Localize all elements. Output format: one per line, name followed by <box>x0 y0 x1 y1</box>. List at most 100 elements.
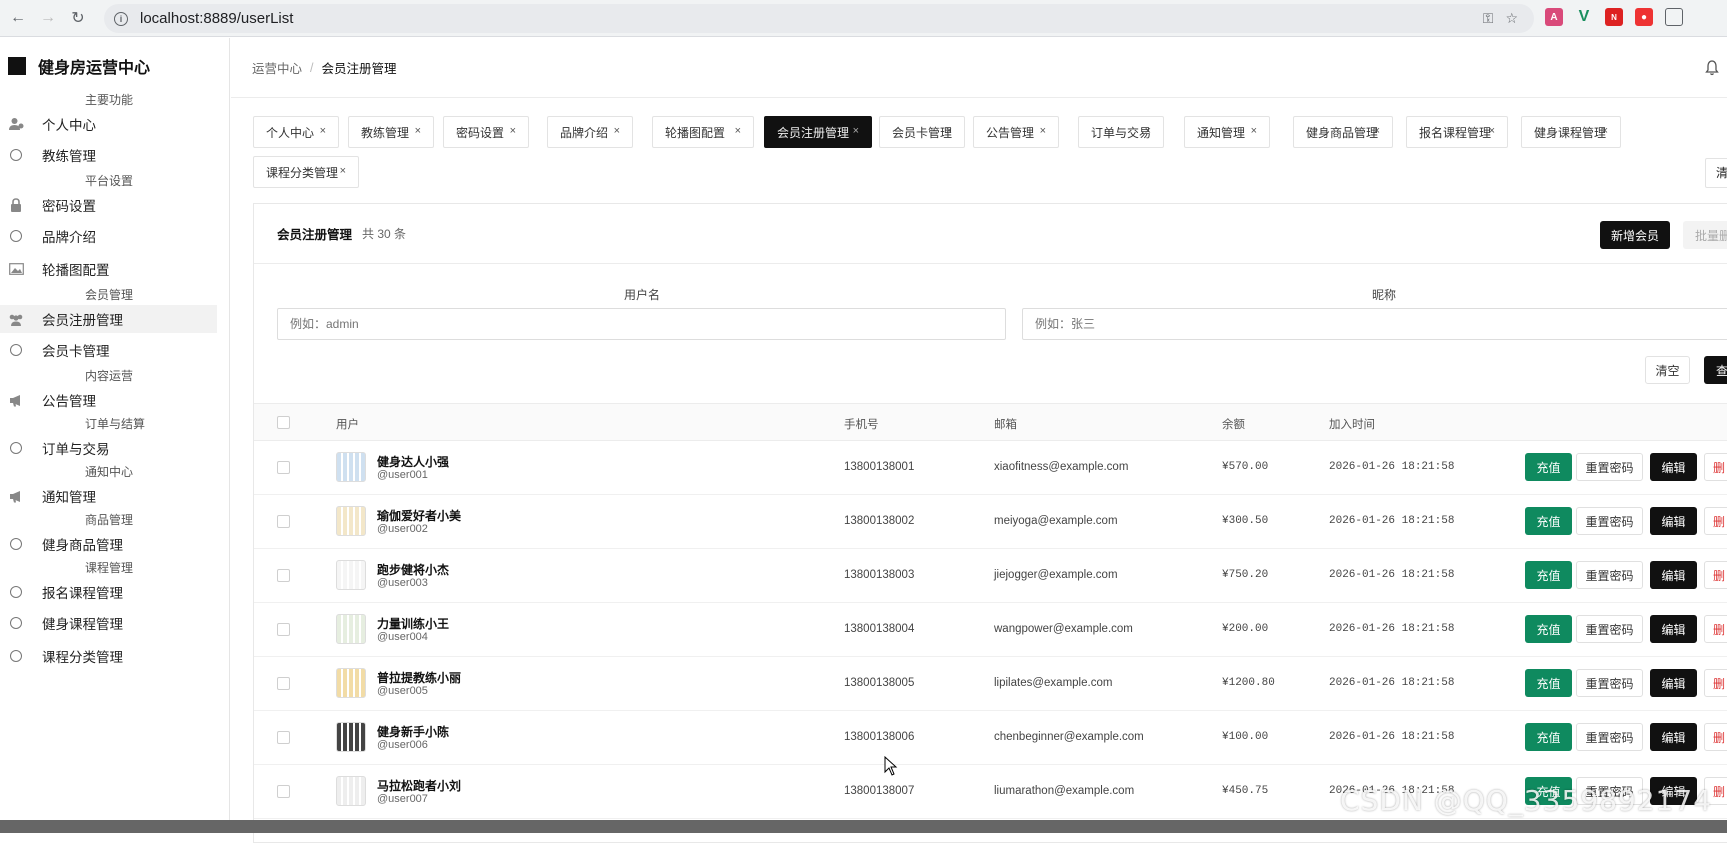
reset-password-button[interactable]: 重置密码 <box>1576 453 1643 481</box>
forward-icon[interactable]: → <box>36 6 60 30</box>
row-checkbox[interactable] <box>277 515 290 528</box>
close-icon[interactable]: × <box>415 125 421 137</box>
reset-password-button[interactable]: 重置密码 <box>1576 615 1643 643</box>
sidebar-item[interactable]: 会员卡管理 <box>0 333 217 366</box>
new-extension-icon[interactable]: N <box>1605 8 1623 26</box>
tab[interactable]: 公告管理 × <box>973 116 1059 148</box>
clear-tabs-button[interactable]: 清 <box>1705 158 1727 188</box>
row-checkbox[interactable] <box>277 785 290 798</box>
edit-button[interactable]: 编辑 <box>1650 453 1697 481</box>
tab[interactable]: 密码设置 × <box>443 116 529 148</box>
breadcrumb-parent[interactable]: 运营中心 <box>252 58 302 77</box>
close-icon[interactable]: × <box>1489 125 1495 137</box>
sidebar-item[interactable]: 通知管理 <box>0 482 217 510</box>
sidebar-item[interactable]: 课程分类管理 <box>0 639 217 672</box>
column-joined: 加入时间 <box>1329 419 1375 431</box>
close-icon[interactable]: × <box>1374 125 1380 137</box>
tab[interactable]: 品牌介绍 × <box>547 116 633 148</box>
close-icon[interactable]: × <box>510 125 516 137</box>
tab[interactable]: 教练管理 × <box>348 116 434 148</box>
tab[interactable]: 轮播图配置 × <box>652 116 754 148</box>
close-icon[interactable]: × <box>614 125 620 137</box>
delete-button[interactable]: 删 <box>1704 561 1727 589</box>
sidebar-item[interactable]: 品牌介绍 <box>0 219 217 252</box>
sidebar-item[interactable]: 会员注册管理 <box>0 305 217 333</box>
tab[interactable]: 健身商品管理 × <box>1293 116 1393 148</box>
tab[interactable]: 个人中心 × <box>253 116 339 148</box>
sidebar-item[interactable]: 个人中心 <box>0 110 217 138</box>
tab[interactable]: 会员注册管理 × <box>764 116 872 148</box>
edit-button[interactable]: 编辑 <box>1650 507 1697 535</box>
edit-button[interactable]: 编辑 <box>1650 723 1697 751</box>
delete-button[interactable]: 删 <box>1704 615 1727 643</box>
reset-password-button[interactable]: 重置密码 <box>1576 561 1643 589</box>
close-icon[interactable]: × <box>1145 125 1151 137</box>
tab[interactable]: 健身课程管理 × <box>1521 116 1621 148</box>
reset-password-button[interactable]: 重置密码 <box>1576 669 1643 697</box>
recharge-button[interactable]: 充值 <box>1525 615 1572 643</box>
close-icon[interactable]: × <box>946 125 952 137</box>
row-checkbox[interactable] <box>277 461 290 474</box>
delete-button[interactable]: 删 <box>1704 453 1727 481</box>
edit-button[interactable]: 编辑 <box>1650 615 1697 643</box>
close-icon[interactable]: × <box>853 125 859 137</box>
red-extension-icon[interactable]: ● <box>1635 8 1653 26</box>
row-checkbox[interactable] <box>277 731 290 744</box>
sidebar-item[interactable]: 公告管理 <box>0 386 217 414</box>
key-icon[interactable]: ⚿ <box>1483 10 1494 27</box>
nickname-input[interactable] <box>1022 308 1727 340</box>
user-handle: @user002 <box>377 523 428 535</box>
recharge-button[interactable]: 充值 <box>1525 723 1572 751</box>
sidebar-item[interactable]: 教练管理 <box>0 138 217 171</box>
recharge-button[interactable]: 充值 <box>1525 669 1572 697</box>
member-card: 会员注册管理 共 30 条 新增会员 批量删 用户名 昵称 清空 查 用户 手机… <box>253 203 1727 843</box>
sidebar-item[interactable]: 健身商品管理 <box>0 530 217 558</box>
close-icon[interactable]: × <box>1602 125 1608 137</box>
sidebar-item[interactable]: 报名课程管理 <box>0 578 217 606</box>
translate-extension-icon[interactable]: A <box>1545 8 1563 26</box>
tab[interactable]: 订单与交易 × <box>1078 116 1164 148</box>
edit-button[interactable]: 编辑 <box>1650 561 1697 589</box>
sidebar-item[interactable]: 轮播图配置 <box>0 252 217 285</box>
close-icon[interactable]: × <box>1040 125 1046 137</box>
row-checkbox[interactable] <box>277 569 290 582</box>
username-input[interactable] <box>277 308 1006 340</box>
extensions-puzzle-icon[interactable] <box>1665 8 1683 26</box>
tab[interactable]: 课程分类管理 × <box>253 156 359 188</box>
reset-password-button[interactable]: 重置密码 <box>1576 507 1643 535</box>
delete-button[interactable]: 删 <box>1704 723 1727 751</box>
sidebar-item[interactable]: 订单与交易 <box>0 434 217 462</box>
sidebar-item[interactable]: 密码设置 <box>0 191 217 219</box>
recharge-button[interactable]: 充值 <box>1525 507 1572 535</box>
recharge-button[interactable]: 充值 <box>1525 453 1572 481</box>
batch-delete-button[interactable]: 批量删 <box>1683 221 1727 249</box>
sidebar-item[interactable]: 健身课程管理 <box>0 606 217 639</box>
bell-icon[interactable] <box>1705 60 1719 76</box>
edit-button[interactable]: 编辑 <box>1650 669 1697 697</box>
delete-button[interactable]: 删 <box>1704 669 1727 697</box>
vue-extension-icon[interactable]: V <box>1575 8 1593 26</box>
close-icon[interactable]: × <box>1251 125 1257 137</box>
tab[interactable]: 会员卡管理 × <box>879 116 965 148</box>
row-checkbox[interactable] <box>277 677 290 690</box>
url-text: localhost:8889/userList <box>140 10 294 27</box>
delete-button[interactable]: 删 <box>1704 507 1727 535</box>
bookmark-star-icon[interactable]: ☆ <box>1505 10 1518 27</box>
back-icon[interactable]: ← <box>6 6 30 30</box>
select-all-checkbox[interactable] <box>277 416 290 429</box>
search-button[interactable]: 查 <box>1704 356 1727 384</box>
row-checkbox[interactable] <box>277 623 290 636</box>
tab[interactable]: 报名课程管理 × <box>1406 116 1508 148</box>
recharge-button[interactable]: 充值 <box>1525 561 1572 589</box>
close-icon[interactable]: × <box>320 125 326 137</box>
address-bar[interactable]: i localhost:8889/userList ⚿ ☆ <box>104 4 1534 33</box>
reset-password-button[interactable]: 重置密码 <box>1576 723 1643 751</box>
info-icon[interactable]: i <box>114 11 128 26</box>
close-icon[interactable]: × <box>340 165 346 177</box>
add-member-button[interactable]: 新增会员 <box>1600 221 1670 249</box>
close-icon[interactable]: × <box>735 125 741 137</box>
clear-filter-button[interactable]: 清空 <box>1645 356 1690 384</box>
phone-cell: 13800138004 <box>844 623 915 635</box>
tab[interactable]: 通知管理 × <box>1184 116 1270 148</box>
reload-icon[interactable]: ↻ <box>66 6 90 30</box>
